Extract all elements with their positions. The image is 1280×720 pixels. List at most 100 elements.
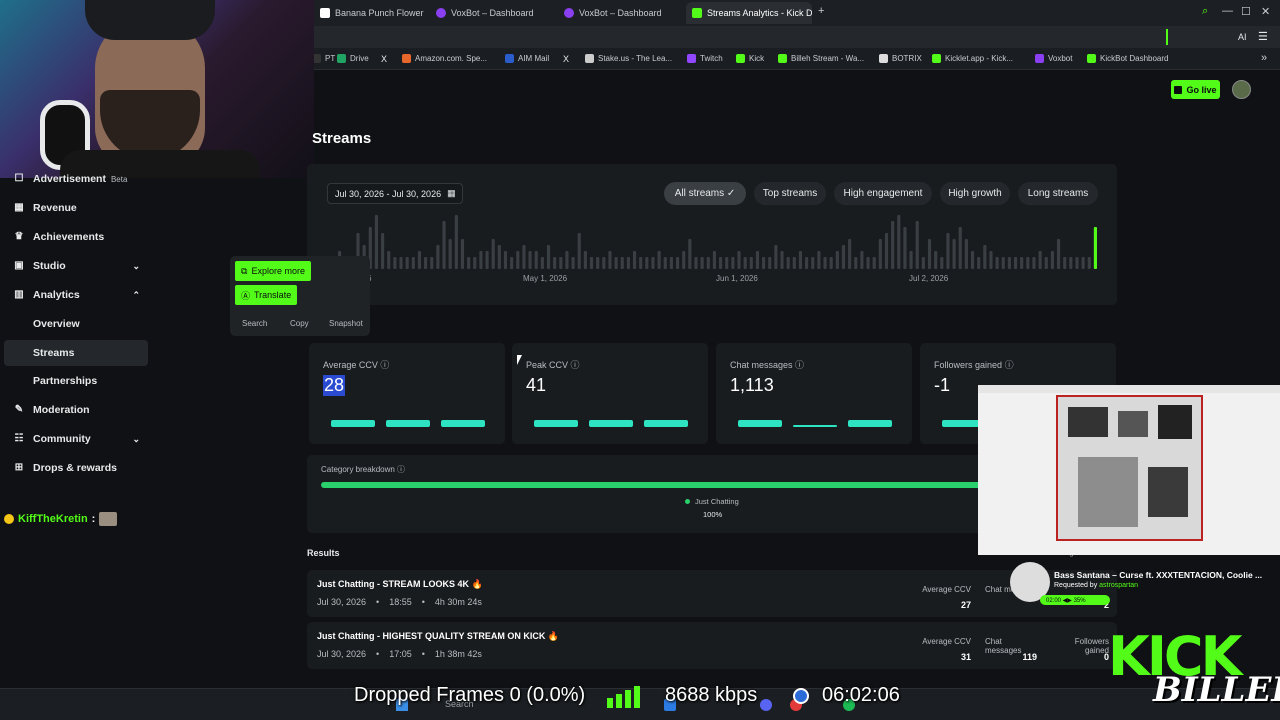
- chart-bar[interactable]: [768, 257, 772, 269]
- chart-bar[interactable]: [645, 257, 649, 269]
- chart-bar[interactable]: [485, 251, 489, 269]
- chart-bar[interactable]: [577, 233, 581, 269]
- bookmark-item[interactable]: X: [563, 54, 576, 64]
- sidebar-item-moderation[interactable]: ✎ Moderation: [4, 397, 148, 423]
- chart-bar[interactable]: [583, 251, 587, 269]
- search-tabs-icon[interactable]: ⌕: [1202, 5, 1208, 18]
- taskbar-app-icon[interactable]: [760, 699, 772, 711]
- chart-bar[interactable]: [694, 257, 698, 269]
- chart-bar[interactable]: [909, 251, 913, 269]
- chart-bar[interactable]: [964, 239, 968, 269]
- info-icon[interactable]: ⓘ: [795, 360, 804, 370]
- chart-bar[interactable]: [1044, 257, 1048, 269]
- chart-bar[interactable]: [497, 245, 501, 269]
- info-icon[interactable]: ⓘ: [1005, 360, 1014, 370]
- filter-pill-4[interactable]: Long streams: [1018, 182, 1098, 205]
- filter-pill-1[interactable]: Top streams: [754, 182, 826, 205]
- chart-bar[interactable]: [442, 221, 446, 269]
- chart-bar[interactable]: [854, 257, 858, 269]
- chart-bar[interactable]: [374, 215, 379, 269]
- chart-bar[interactable]: [903, 227, 907, 269]
- chart-bar[interactable]: [467, 257, 471, 269]
- chart-bar[interactable]: [614, 257, 618, 269]
- stream-title[interactable]: Just Chatting - STREAM LOOKS 4K 🔥: [317, 579, 483, 590]
- chart-bar[interactable]: [1007, 257, 1011, 269]
- chart-bar[interactable]: [675, 257, 680, 269]
- tab-banana[interactable]: Banana Punch Flower | AY: [314, 2, 424, 24]
- chart-bar[interactable]: [970, 251, 975, 269]
- bookmark-item[interactable]: PT: [312, 54, 335, 63]
- chart-bar[interactable]: [596, 257, 600, 269]
- chart-bar[interactable]: [565, 251, 569, 269]
- chart-bar[interactable]: [553, 257, 557, 269]
- chart-bar[interactable]: [700, 257, 704, 269]
- chart-bar[interactable]: [1056, 239, 1061, 269]
- chart-bar[interactable]: [829, 257, 833, 269]
- bookmark-item[interactable]: Stake.us - The Lea...: [585, 54, 672, 63]
- tab-voxbot-2[interactable]: VoxBot – Dashboard: [558, 2, 678, 24]
- chart-bar[interactable]: [927, 239, 932, 269]
- chart-bar[interactable]: [473, 257, 477, 269]
- chart-bar[interactable]: [731, 257, 735, 269]
- bookmark-item[interactable]: Amazon.com. Spe...: [402, 54, 487, 63]
- chart-bar[interactable]: [952, 239, 956, 269]
- chart-bar[interactable]: [540, 257, 544, 269]
- chart-bar[interactable]: [571, 257, 575, 269]
- sidebar-item-advertisement[interactable]: ☐ Advertisement Beta: [4, 166, 148, 192]
- chart-bar[interactable]: [755, 251, 760, 269]
- menu-icon[interactable]: ☰: [1258, 30, 1268, 43]
- chart-bar[interactable]: [1020, 257, 1024, 269]
- chart-bar[interactable]: [405, 257, 409, 269]
- chart-bar[interactable]: [1038, 251, 1042, 269]
- sidebar-item-overview[interactable]: Overview: [4, 311, 148, 337]
- chart-bar[interactable]: [491, 239, 495, 269]
- translate-button[interactable]: Ⓐ Translate: [235, 285, 298, 305]
- chart-bar[interactable]: [737, 251, 741, 269]
- sidebar-item-drops-rewards[interactable]: ⊞ Drops & rewards: [4, 455, 148, 481]
- chart-bar[interactable]: [632, 251, 637, 269]
- chart-bar[interactable]: [774, 245, 778, 269]
- chart-bar[interactable]: [891, 221, 895, 269]
- bookmarks-overflow-button[interactable]: »: [1261, 52, 1267, 64]
- bookmark-item[interactable]: Kicklet.app - Kick...: [932, 54, 1013, 63]
- chart-bar[interactable]: [977, 257, 981, 269]
- date-range-picker[interactable]: Jul 30, 2026 - Jul 30, 2026 ▦: [327, 183, 463, 204]
- popup-copy-button[interactable]: Copy: [290, 319, 309, 328]
- chart-bar[interactable]: [381, 233, 385, 269]
- chart-bar[interactable]: [479, 251, 483, 269]
- minimize-button[interactable]: —: [1222, 5, 1233, 17]
- info-icon[interactable]: ⓘ: [571, 360, 580, 370]
- info-icon[interactable]: ⓘ: [380, 360, 389, 370]
- toolbar-ai-button[interactable]: AI: [1238, 32, 1247, 42]
- chart-bar[interactable]: [503, 251, 508, 269]
- bookmark-item[interactable]: KickBot Dashboard: [1087, 54, 1168, 63]
- chart-bar[interactable]: [792, 257, 796, 269]
- chart-bar[interactable]: [657, 251, 661, 269]
- chart-bar[interactable]: [743, 257, 747, 269]
- tab-streams-analytics[interactable]: Streams Analytics - Kick D: [686, 2, 812, 24]
- sidebar-item-analytics[interactable]: ▥ Analytics ⌃: [4, 282, 148, 308]
- chart-bar[interactable]: [1081, 257, 1085, 269]
- chart-bar[interactable]: [669, 257, 673, 269]
- table-row[interactable]: Just Chatting - HIGHEST QUALITY STREAM O…: [307, 622, 1117, 669]
- chart-bar[interactable]: [448, 239, 452, 269]
- chart-bar[interactable]: [841, 245, 846, 269]
- chart-bar[interactable]: [663, 257, 667, 269]
- chart-bar[interactable]: [798, 251, 803, 269]
- chart-bar[interactable]: [946, 233, 950, 269]
- chart-bar[interactable]: [835, 251, 839, 269]
- chart-bar[interactable]: [559, 257, 563, 269]
- maximize-button[interactable]: ☐: [1241, 5, 1251, 18]
- chart-bar[interactable]: [983, 245, 987, 269]
- chart-bar[interactable]: [1032, 257, 1036, 269]
- chart-bar[interactable]: [626, 257, 630, 269]
- filter-pill-0[interactable]: All streams ✓: [664, 182, 746, 205]
- chart-bar[interactable]: [1093, 227, 1097, 269]
- chart-bar[interactable]: [430, 257, 434, 269]
- close-button[interactable]: ✕: [1261, 5, 1270, 18]
- chart-bar[interactable]: [712, 251, 716, 269]
- chart-bar[interactable]: [817, 251, 821, 269]
- chart-bar[interactable]: [546, 245, 551, 269]
- chart-bar[interactable]: [510, 257, 514, 269]
- chart-bar[interactable]: [534, 251, 538, 269]
